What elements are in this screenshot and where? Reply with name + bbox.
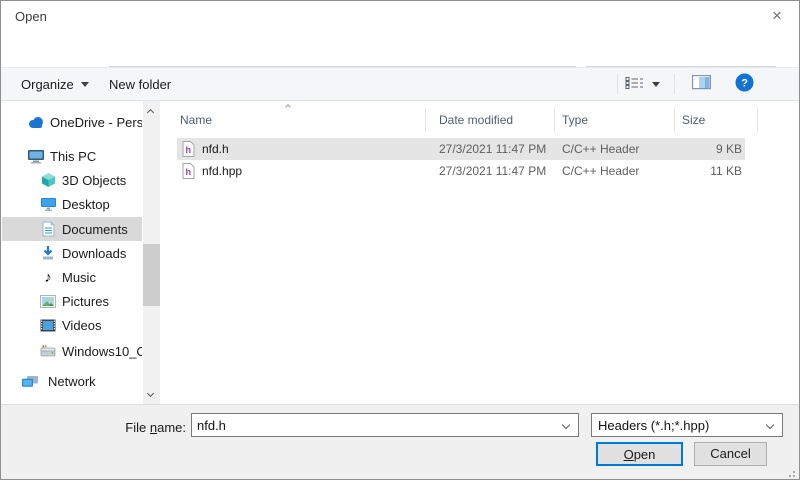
onedrive-cloud-icon xyxy=(26,112,46,132)
sidebar-item-this-pc[interactable]: This PC xyxy=(2,144,142,168)
file-name-dropdown-chevron-icon[interactable] xyxy=(562,421,570,429)
file-type-select[interactable]: Headers (*.h;*.hpp) xyxy=(591,413,783,437)
sidebar-item-videos[interactable]: Videos xyxy=(2,313,142,337)
column-separator[interactable] xyxy=(757,108,758,132)
column-header-type[interactable]: Type xyxy=(562,113,588,127)
views-button[interactable] xyxy=(625,68,660,100)
organize-label: Organize xyxy=(21,77,74,92)
file-type-value: Headers (*.h;*.hpp) xyxy=(598,418,709,433)
preview-pane-button[interactable] xyxy=(692,68,711,100)
sidebar-item-desktop[interactable]: Desktop xyxy=(2,192,142,216)
close-icon[interactable]: × xyxy=(761,3,793,29)
column-header-name[interactable]: Name xyxy=(180,113,212,127)
desktop-icon xyxy=(38,194,58,214)
sidebar-item-label: Network xyxy=(48,374,96,389)
svg-text:h: h xyxy=(186,167,192,177)
command-toolbar: Organize New folder ? xyxy=(1,67,799,101)
sidebar-item-downloads[interactable]: Downloads xyxy=(2,241,142,265)
preview-pane-icon xyxy=(692,75,711,93)
column-separator[interactable] xyxy=(425,108,426,132)
file-row-nfd-h[interactable]: h nfd.h 27/3/2021 11:47 PM C/C++ Header … xyxy=(177,138,745,160)
file-date: 27/3/2021 11:47 PM xyxy=(439,164,546,178)
sidebar-item-label: This PC xyxy=(50,149,96,164)
label-mnemonic: n xyxy=(150,420,157,435)
open-dialog-window: Open × ← → ↑ « GitHub › nativefiledialog… xyxy=(0,0,800,480)
sidebar-item-label: Desktop xyxy=(62,197,110,212)
file-type: C/C++ Header xyxy=(562,142,639,156)
organize-dropdown-caret-icon xyxy=(81,82,89,87)
3d-cube-icon xyxy=(38,170,58,190)
sidebar-item-label: Documents xyxy=(62,222,128,237)
help-button[interactable]: ? xyxy=(735,68,754,100)
network-icon xyxy=(20,371,40,391)
svg-text:h: h xyxy=(186,145,192,155)
music-note-icon: ♪ xyxy=(38,267,58,287)
sidebar-item-documents[interactable]: Documents xyxy=(2,217,142,241)
column-header-size[interactable]: Size xyxy=(682,113,705,127)
scroll-up-icon[interactable] xyxy=(147,109,154,116)
file-name-input[interactable] xyxy=(197,415,547,435)
sidebar-item-label: OneDrive - Personal xyxy=(50,115,142,130)
file-size: 11 KB xyxy=(642,164,742,178)
file-type-dropdown-chevron-icon xyxy=(766,421,774,429)
column-header-date-modified[interactable]: Date modified xyxy=(439,113,513,127)
new-folder-button[interactable]: New folder xyxy=(109,68,171,100)
scrollbar-thumb[interactable] xyxy=(143,244,160,306)
open-label: pen xyxy=(634,447,656,462)
main-content: OneDrive - Personal This PC 3D Objects D… xyxy=(2,101,800,404)
new-folder-label: New folder xyxy=(109,77,171,92)
sidebar-item-label: 3D Objects xyxy=(62,173,126,188)
column-separator[interactable] xyxy=(674,108,675,132)
sidebar-item-label: Music xyxy=(62,270,96,285)
column-separator[interactable] xyxy=(554,108,555,132)
dialog-footer: File name: Headers (*.h;*.hpp) Open Canc… xyxy=(1,404,799,480)
resize-grip[interactable] xyxy=(785,467,795,477)
label-part: ame: xyxy=(157,420,186,435)
sidebar-item-network[interactable]: Network xyxy=(2,369,142,393)
details-view-icon xyxy=(625,76,645,93)
sidebar-item-windows10-os[interactable]: Windows10_OS ( xyxy=(2,339,142,363)
toolbar-separator xyxy=(674,74,675,94)
header-file-icon: h xyxy=(182,163,195,182)
svg-text:?: ? xyxy=(741,78,748,90)
document-icon xyxy=(38,219,58,239)
sidebar-item-music[interactable]: ♪ Music xyxy=(2,265,142,289)
scroll-down-icon[interactable] xyxy=(147,390,154,397)
picture-icon xyxy=(38,291,58,311)
sidebar-item-label: Downloads xyxy=(62,246,126,261)
cancel-button[interactable]: Cancel xyxy=(694,442,767,466)
sidebar-item-label: Windows10_OS ( xyxy=(62,344,142,359)
file-row-nfd-hpp[interactable]: h nfd.hpp 27/3/2021 11:47 PM C/C++ Heade… xyxy=(177,160,745,182)
list-column-headers: Name Date modified Type Size xyxy=(163,104,800,134)
views-dropdown-caret-icon xyxy=(652,82,660,87)
film-icon xyxy=(38,315,58,335)
toolbar-separator xyxy=(617,74,618,94)
sidebar-item-pictures[interactable]: Pictures xyxy=(2,289,142,313)
help-icon: ? xyxy=(735,73,754,95)
file-name-field[interactable] xyxy=(191,413,579,437)
window-title: Open xyxy=(15,9,47,24)
computer-icon xyxy=(26,146,46,166)
sort-ascending-icon xyxy=(285,104,291,110)
sidebar-item-label: Pictures xyxy=(62,294,109,309)
label-part: File xyxy=(125,420,150,435)
download-arrow-icon xyxy=(38,243,58,263)
organize-button[interactable]: Organize xyxy=(21,68,89,100)
sidebar-item-label: Videos xyxy=(62,318,102,333)
file-size: 9 KB xyxy=(642,142,742,156)
navigation-bar: ← → ↑ « GitHub › nativefiledialog › src … xyxy=(1,31,799,67)
sidebar-scrollbar[interactable] xyxy=(143,101,160,404)
file-name-label: File name: xyxy=(91,420,186,435)
header-file-icon: h xyxy=(182,141,195,160)
file-name: nfd.h xyxy=(202,142,229,156)
open-mnemonic: O xyxy=(624,447,634,462)
file-type: C/C++ Header xyxy=(562,164,639,178)
file-name: nfd.hpp xyxy=(202,164,242,178)
title-bar: Open × xyxy=(1,1,799,31)
sidebar-item-3d-objects[interactable]: 3D Objects xyxy=(2,168,142,192)
disk-drive-icon xyxy=(38,341,58,361)
sidebar-item-onedrive[interactable]: OneDrive - Personal xyxy=(2,110,142,134)
file-date: 27/3/2021 11:47 PM xyxy=(439,142,546,156)
open-button[interactable]: Open xyxy=(596,442,683,466)
